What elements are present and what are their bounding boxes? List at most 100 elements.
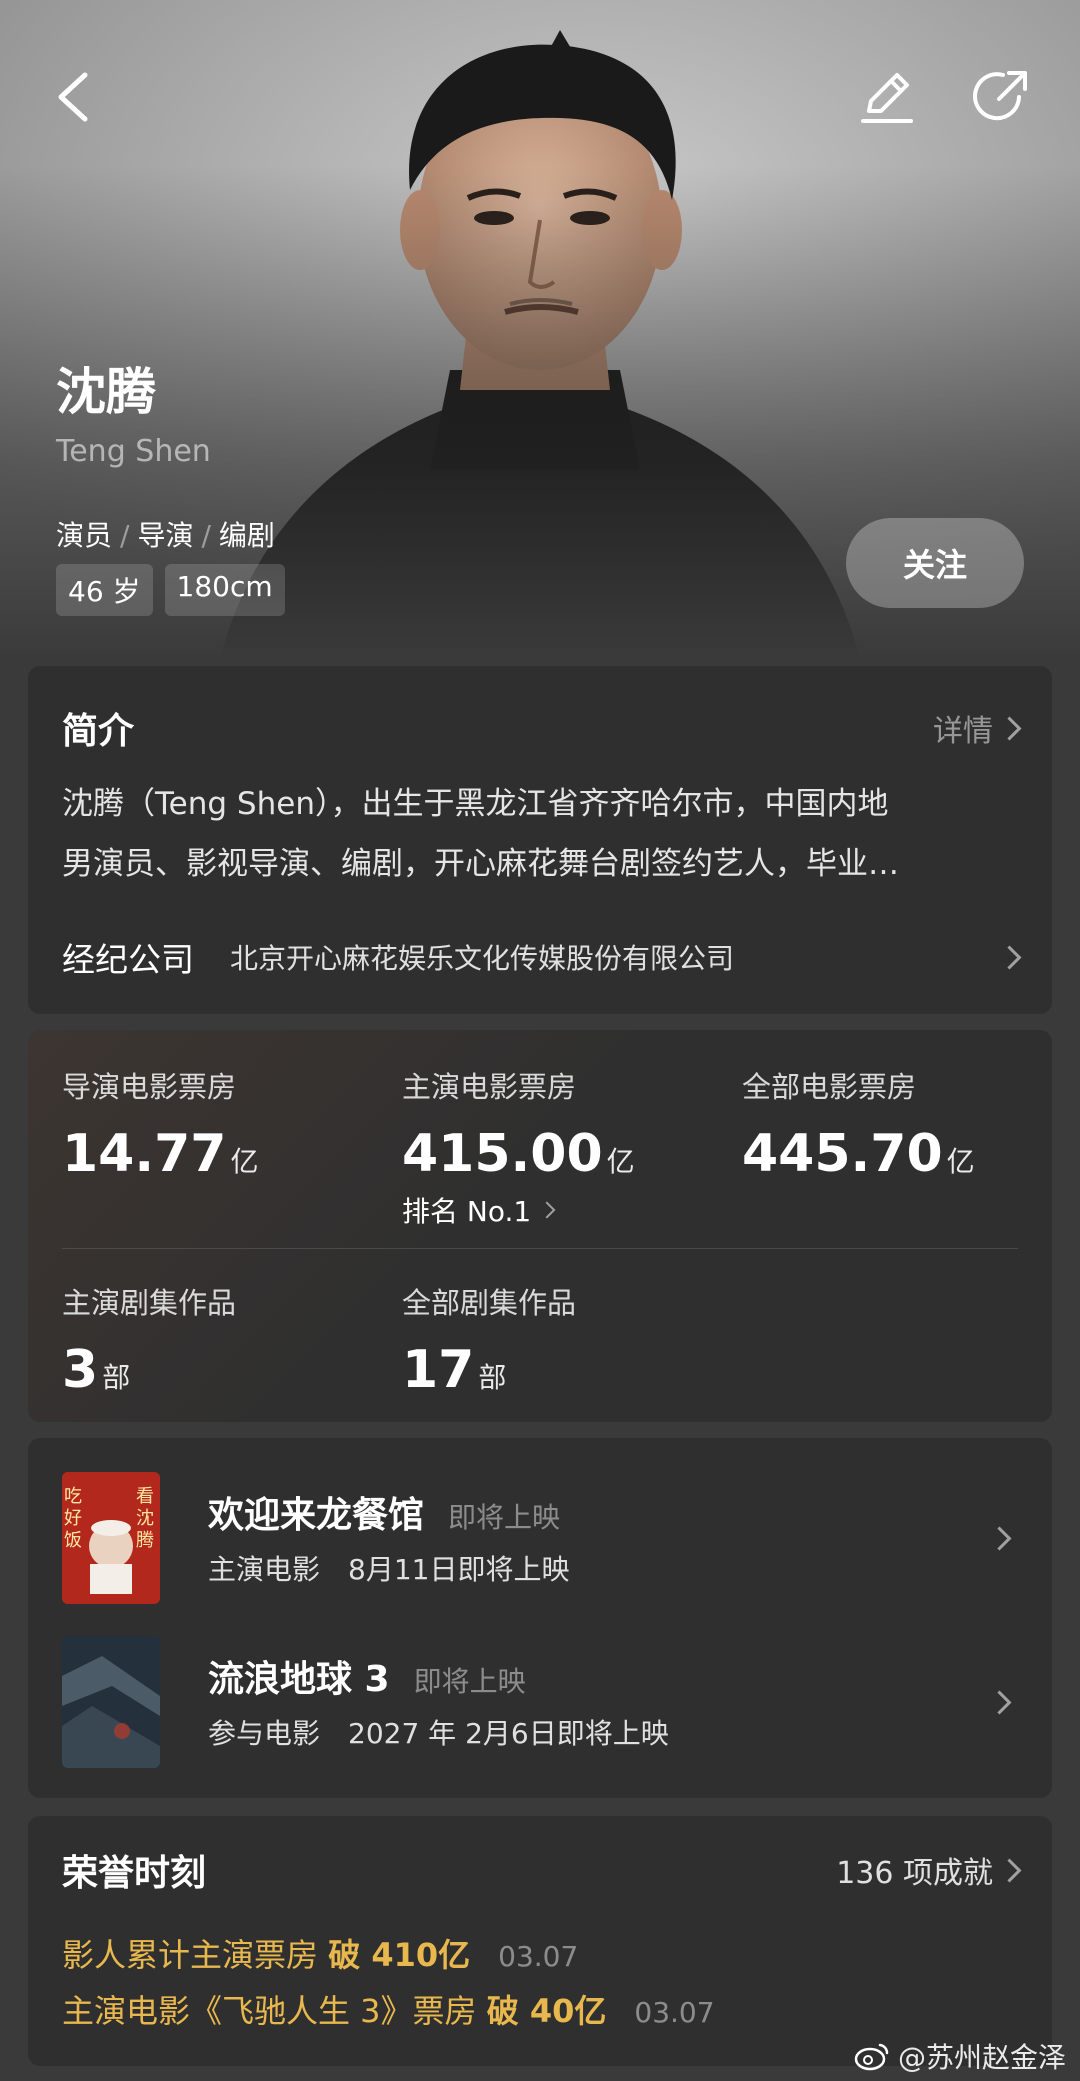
upcoming-movie-item[interactable]: 吃好饭 看沈腾 欢迎来龙餐馆 即将上映 主演电影 8月11日即将上映 bbox=[62, 1472, 1018, 1604]
stat-value-row: 415.00 亿 bbox=[402, 1124, 635, 1184]
actor-english-name: Teng Shen bbox=[56, 434, 211, 469]
stat-value-row: 445.70 亿 bbox=[742, 1124, 975, 1184]
stat-value: 445.70 bbox=[742, 1124, 943, 1184]
honor-highlight: 破 410亿 bbox=[328, 1936, 471, 1974]
honors-title: 荣誉时刻 bbox=[62, 1853, 207, 1894]
share-button[interactable] bbox=[968, 62, 1038, 132]
edit-button[interactable] bbox=[852, 62, 922, 132]
intro-details-link[interactable]: 详情 bbox=[933, 706, 1022, 750]
box-office-stats-card: 导演电影票房 14.77 亿 主演电影票房 415.00 亿 排名 No.1 全部电… bbox=[28, 1030, 1052, 1422]
movie-release-date: 8月11日即将上映 bbox=[348, 1553, 570, 1586]
honor-text: 影人累计主演票房 bbox=[62, 1936, 329, 1974]
chevron-right-icon bbox=[997, 944, 1022, 970]
age-tag: 46 岁 bbox=[56, 564, 153, 616]
poster-char: 饭 bbox=[64, 1530, 82, 1551]
height-tag: 180cm bbox=[164, 564, 285, 616]
stat-label: 全部剧集作品 bbox=[402, 1286, 577, 1320]
chevron-right-icon bbox=[538, 1201, 556, 1219]
all-box-office[interactable]: 全部电影票房 445.70 亿 bbox=[742, 1064, 975, 1184]
role-actor: 演员 bbox=[56, 519, 113, 552]
upcoming-movie-item[interactable]: 流浪地球 3 即将上映 参与电影 2027 年 2月6日即将上映 bbox=[62, 1636, 1018, 1768]
movie-title: 欢迎来龙餐馆 bbox=[208, 1495, 425, 1536]
stat-value: 3 bbox=[62, 1340, 99, 1400]
pencil-icon bbox=[861, 73, 913, 123]
divider bbox=[62, 1248, 1018, 1249]
agency-value: 北京开心麻花娱乐文化传媒股份有限公司 bbox=[230, 942, 735, 975]
watermark-text: @苏州赵金泽 bbox=[897, 2041, 1066, 2074]
movie-type: 参与电影 bbox=[208, 1717, 321, 1750]
honor-date: 03.07 bbox=[634, 1996, 715, 2029]
stat-unit: 部 bbox=[102, 1361, 131, 1394]
stat-label: 主演电影票房 bbox=[402, 1070, 577, 1104]
rank-link[interactable]: 排名 No.1 bbox=[402, 1190, 635, 1230]
movie-status: 即将上映 bbox=[413, 1665, 526, 1698]
back-button[interactable] bbox=[38, 62, 108, 132]
poster-char: 腾 bbox=[136, 1530, 154, 1551]
honor-item[interactable]: 主演电影《飞驰人生 3》票房 破 40亿 03.07 bbox=[62, 1986, 715, 2032]
lead-series-count[interactable]: 主演剧集作品 3部 bbox=[62, 1280, 236, 1400]
poster-char: 沈 bbox=[136, 1508, 154, 1529]
honors-card: 荣誉时刻 136 项成就 影人累计主演票房 破 410亿 03.07 主演电影《飞… bbox=[28, 1816, 1052, 2066]
intro-text-line: 男演员、影视导演、编剧，开心麻花舞台剧签约艺人，毕业… bbox=[62, 846, 899, 882]
movie-title-row: 欢迎来龙餐馆 即将上映 bbox=[208, 1486, 560, 1538]
stat-unit: 亿 bbox=[946, 1145, 975, 1178]
stat-label: 主演剧集作品 bbox=[62, 1286, 237, 1320]
follow-button[interactable]: 关注 bbox=[846, 518, 1024, 608]
intro-card: 简介 详情 沈腾（Teng Shen），出生于黑龙江省齐齐哈尔市，中国内地 男演… bbox=[28, 666, 1052, 1014]
poster-char: 看 bbox=[136, 1486, 154, 1507]
stat-unit: 亿 bbox=[606, 1145, 635, 1178]
role-writer: 编剧 bbox=[218, 519, 275, 552]
movie-poster bbox=[62, 1636, 160, 1768]
stat-value-row: 17 部 bbox=[402, 1340, 576, 1400]
chevron-right-icon bbox=[987, 1690, 1012, 1715]
honor-highlight: 破 40亿 bbox=[486, 1992, 607, 2030]
intro-details-label: 详情 bbox=[933, 714, 993, 749]
role-director: 导演 bbox=[137, 519, 194, 552]
weibo-logo-icon bbox=[854, 2043, 889, 2071]
movie-title-row: 流浪地球 3 即将上映 bbox=[208, 1650, 526, 1702]
poster-text-right: 看沈腾 bbox=[136, 1486, 158, 1552]
stat-value: 415.00 bbox=[402, 1124, 603, 1184]
actor-name: 沈腾 bbox=[56, 363, 156, 421]
movie-subtitle: 主演电影 8月11日即将上映 bbox=[208, 1548, 569, 1588]
chevron-right-icon bbox=[997, 715, 1022, 741]
watermark: @苏州赵金泽 bbox=[854, 2036, 1066, 2076]
intro-text-line: 沈腾（Teng Shen），出生于黑龙江省齐齐哈尔市，中国内地 bbox=[62, 786, 889, 822]
share-icon bbox=[973, 71, 1027, 121]
chevron-right-icon bbox=[997, 1857, 1022, 1883]
stat-label: 全部电影票房 bbox=[742, 1070, 917, 1104]
role-separator: / bbox=[201, 519, 211, 552]
honor-item[interactable]: 影人累计主演票房 破 410亿 03.07 bbox=[62, 1930, 578, 1976]
honors-count-link[interactable]: 136 项成就 bbox=[836, 1848, 1022, 1892]
poster-char: 吃 bbox=[64, 1486, 82, 1507]
back-arrow-icon bbox=[58, 72, 88, 122]
actor-tags: 46 岁 180cm bbox=[56, 564, 285, 616]
movie-status: 即将上映 bbox=[448, 1501, 561, 1534]
all-series-count[interactable]: 全部剧集作品 17 部 bbox=[402, 1280, 576, 1400]
upcoming-movies-card: 吃好饭 看沈腾 欢迎来龙餐馆 即将上映 主演电影 8月11日即将上映 流浪地球 3 即… bbox=[28, 1438, 1052, 1798]
stat-value: 17 bbox=[402, 1340, 475, 1400]
intro-title: 简介 bbox=[62, 711, 135, 752]
movie-type: 主演电影 bbox=[208, 1553, 321, 1586]
actor-roles: 演员 / 导演 / 编剧 bbox=[56, 514, 275, 554]
chevron-right-icon bbox=[987, 1526, 1012, 1551]
role-separator: / bbox=[120, 519, 130, 552]
honor-text: 主演电影《飞驰人生 3》票房 bbox=[62, 1992, 487, 2030]
stat-value-row: 14.77 亿 bbox=[62, 1124, 259, 1184]
intro-text[interactable]: 沈腾（Teng Shen），出生于黑龙江省齐齐哈尔市，中国内地 男演员、影视导演… bbox=[62, 774, 1022, 894]
stat-label: 导演电影票房 bbox=[62, 1070, 237, 1104]
stat-value-row: 3部 bbox=[62, 1340, 236, 1400]
stat-value: 14.77 bbox=[62, 1124, 227, 1184]
movie-release-date: 2027 年 2月6日即将上映 bbox=[348, 1717, 669, 1750]
poster-char: 好 bbox=[64, 1508, 82, 1529]
director-box-office[interactable]: 导演电影票房 14.77 亿 bbox=[62, 1064, 259, 1184]
rank-label: 排名 No.1 bbox=[402, 1195, 532, 1228]
stat-unit: 亿 bbox=[230, 1145, 259, 1178]
poster-text-left: 吃好饭 bbox=[64, 1486, 86, 1552]
lead-box-office[interactable]: 主演电影票房 415.00 亿 排名 No.1 bbox=[402, 1064, 635, 1230]
stat-unit: 部 bbox=[478, 1361, 507, 1394]
honor-date: 03.07 bbox=[498, 1940, 579, 1973]
honors-count: 136 项成就 bbox=[836, 1856, 993, 1891]
movie-poster: 吃好饭 看沈腾 bbox=[62, 1472, 160, 1604]
agency-row[interactable]: 经纪公司 北京开心麻花娱乐文化传媒股份有限公司 bbox=[62, 932, 1022, 982]
